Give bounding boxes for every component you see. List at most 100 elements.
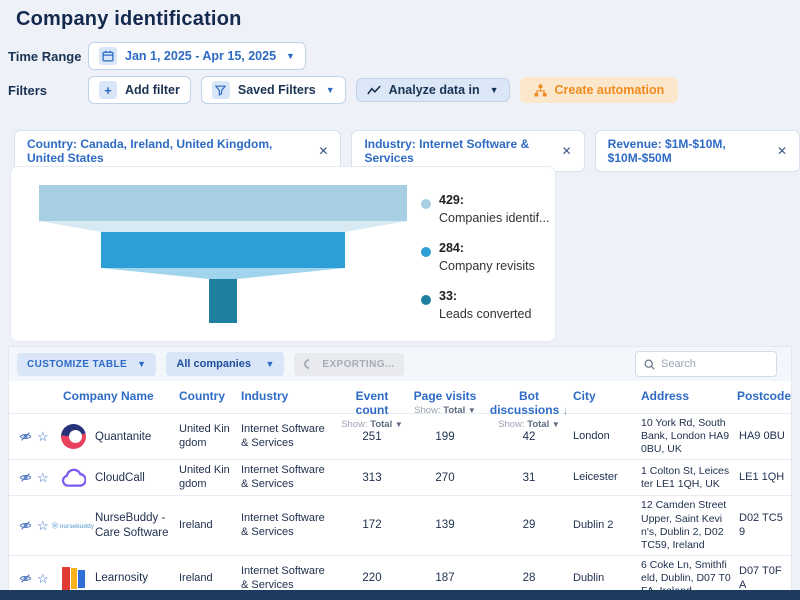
cloudcall-logo xyxy=(60,468,86,488)
table-row[interactable]: ☆ Ⓝ nursebuddy NurseBuddy - Care Softwar… xyxy=(9,495,791,555)
chevron-down-icon: ▼ xyxy=(265,359,274,369)
filter-chip-label: Country: Canada, Ireland, United Kingdom… xyxy=(27,137,308,165)
customize-table-label: CUSTOMIZE TABLE xyxy=(27,359,127,370)
filter-chip-label: Industry: Internet Software & Services xyxy=(364,137,551,165)
feed-scope-dropdown[interactable]: All companies ▼ xyxy=(166,352,284,376)
column-header-bot-discussions[interactable]: Bot discussions ↓ Show: Total ▼ xyxy=(487,389,571,430)
saved-filters-button[interactable]: Saved Filters ▼ xyxy=(201,76,346,104)
hide-company-icon[interactable] xyxy=(19,430,32,443)
country-cell: United Kingdom xyxy=(177,461,239,495)
company-name[interactable]: CloudCall xyxy=(93,468,177,488)
star-icon[interactable]: ☆ xyxy=(37,519,49,532)
show-label: Show: xyxy=(414,405,440,416)
column-label: Page visits xyxy=(414,389,477,403)
city-cell: Dublin 2 xyxy=(571,516,633,536)
postcode-cell: D02 TC59 xyxy=(737,509,793,543)
show-value[interactable]: Total xyxy=(443,405,465,416)
time-range-picker[interactable]: Jan 1, 2025 - Apr 15, 2025 ▼ xyxy=(88,42,306,70)
funnel-chart xyxy=(39,185,407,341)
companies-table-panel: CUSTOMIZE TABLE ▼ All companies ▼ EXPORT… xyxy=(8,346,792,600)
create-automation-label: Create automation xyxy=(555,83,665,97)
filter-chip-revenue[interactable]: Revenue: $1M-$10M, $10M-$50M ✕ xyxy=(595,130,800,172)
postcode-cell: LE1 1QH xyxy=(737,468,793,488)
funnel-bar[interactable] xyxy=(39,185,407,221)
analyze-data-button[interactable]: Analyze data in ▼ xyxy=(356,78,510,102)
search-box[interactable] xyxy=(635,351,777,377)
column-header-event-count[interactable]: Event count Show: Total ▼ xyxy=(341,389,403,430)
show-label: Show: xyxy=(498,419,524,430)
table-toolbar: CUSTOMIZE TABLE ▼ All companies ▼ EXPORT… xyxy=(9,347,791,381)
star-icon[interactable]: ☆ xyxy=(37,471,49,484)
company-name[interactable]: Learnosity xyxy=(93,568,177,588)
legend-dot-icon xyxy=(421,247,431,257)
hide-company-icon[interactable] xyxy=(19,572,32,585)
legend-value: 284: xyxy=(439,241,464,255)
time-range-label: Time Range xyxy=(8,49,88,64)
funnel-connector xyxy=(39,268,407,279)
city-cell: London xyxy=(571,427,633,447)
remove-filter-icon[interactable]: ✕ xyxy=(318,144,328,158)
bot-discussions-cell: 42 xyxy=(487,430,571,444)
bot-discussions-cell: 28 xyxy=(487,571,571,585)
funnel-bar[interactable] xyxy=(101,232,345,268)
chevron-down-icon: ▼ xyxy=(286,51,295,61)
create-automation-button[interactable]: Create automation xyxy=(520,77,679,103)
calendar-icon xyxy=(99,47,117,65)
column-header-postcode[interactable]: Postcode xyxy=(737,389,793,430)
show-value[interactable]: Total xyxy=(527,419,549,430)
nursebuddy-logo: Ⓝ nursebuddy xyxy=(52,521,94,530)
feed-scope-label: All companies xyxy=(176,358,251,370)
chevron-down-icon: ▼ xyxy=(137,359,146,369)
nursebuddy-logo-text: nursebuddy xyxy=(60,524,94,530)
page-visits-cell: 139 xyxy=(403,518,487,532)
column-header-city[interactable]: City xyxy=(571,389,633,430)
table-row[interactable]: ☆ CloudCall United Kingdom Internet Soft… xyxy=(9,459,791,495)
funnel-chart-card: 429: Companies identif... 284: Company r… xyxy=(10,166,556,342)
legend-value: 33: xyxy=(439,289,457,303)
exporting-button: EXPORTING... xyxy=(294,353,404,376)
plus-icon: + xyxy=(99,81,117,99)
page-visits-cell: 199 xyxy=(403,430,487,444)
footer-bar xyxy=(0,590,800,600)
column-header-page-visits[interactable]: Page visits Show: Total ▼ xyxy=(403,389,487,430)
funnel-icon xyxy=(212,81,230,99)
analyze-data-label: Analyze data in xyxy=(389,83,480,97)
event-count-cell: 220 xyxy=(341,571,403,585)
remove-filter-icon[interactable]: ✕ xyxy=(562,144,572,158)
saved-filters-label: Saved Filters xyxy=(238,83,316,97)
address-cell: 12 Camden Street Upper, Saint Kevin's, D… xyxy=(633,496,737,555)
funnel-bar[interactable] xyxy=(209,279,237,323)
hide-company-icon[interactable] xyxy=(19,519,32,532)
city-cell: Leicester xyxy=(571,468,633,488)
address-cell: 10 York Rd, South Bank, London HA9 0BU, … xyxy=(633,414,737,459)
country-cell: Ireland xyxy=(177,569,239,589)
show-value[interactable]: Total xyxy=(370,419,392,430)
customize-table-button[interactable]: CUSTOMIZE TABLE ▼ xyxy=(17,353,156,376)
legend-item: 284: Company revisits xyxy=(421,239,549,275)
hide-company-icon[interactable] xyxy=(19,471,32,484)
legend-value: 429: xyxy=(439,193,464,207)
postcode-cell: HA9 0BU xyxy=(737,427,793,447)
star-icon[interactable]: ☆ xyxy=(37,572,49,585)
city-cell: Dublin xyxy=(571,569,633,589)
legend-item: 33: Leads converted xyxy=(421,287,549,323)
chevron-down-icon: ▼ xyxy=(468,406,476,415)
industry-cell: Internet Software & Services xyxy=(239,420,341,454)
address-cell: 1 Colton St, Leicester LE1 1QH, UK xyxy=(633,462,737,494)
remove-filter-icon[interactable]: ✕ xyxy=(777,144,787,158)
company-name[interactable]: NurseBuddy - Care Software xyxy=(93,508,177,543)
country-cell: Ireland xyxy=(177,516,239,536)
page-visits-cell: 187 xyxy=(403,571,487,585)
company-name[interactable]: Quantanite xyxy=(93,427,177,447)
chevron-down-icon: ▼ xyxy=(395,420,403,429)
star-icon[interactable]: ☆ xyxy=(37,430,49,443)
automation-sitemap-icon xyxy=(534,84,547,97)
add-filter-button[interactable]: + Add filter xyxy=(88,76,191,104)
chevron-down-icon: ▼ xyxy=(326,85,335,95)
search-input[interactable] xyxy=(661,358,768,370)
country-cell: United Kingdom xyxy=(177,420,239,454)
legend-item: 429: Companies identif... xyxy=(421,191,549,227)
time-range-value: Jan 1, 2025 - Apr 15, 2025 xyxy=(125,49,276,63)
industry-cell: Internet Software & Services xyxy=(239,509,341,543)
chevron-down-icon: ▼ xyxy=(552,420,560,429)
